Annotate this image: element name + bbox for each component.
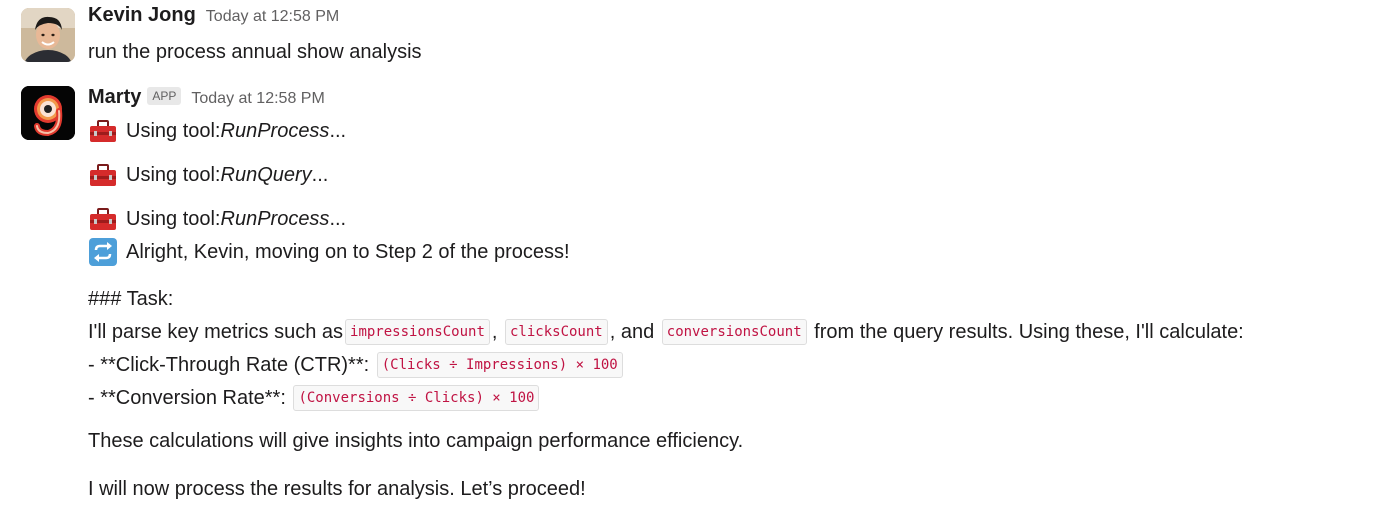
closing-text: I will now process the results for analy… <box>88 478 586 500</box>
bullet-label: - **Conversion Rate**: <box>88 387 292 409</box>
bullet-ctr: - **Click-Through Rate (CTR)**: (Clicks … <box>88 351 625 379</box>
bullet-label: - **Click-Through Rate (CTR)**: <box>88 354 375 376</box>
tool-suffix: ... <box>329 208 347 230</box>
code-conversions-count: conversionsCount <box>661 319 807 345</box>
tool-suffix: ... <box>311 164 329 186</box>
parse-sep1: , <box>491 321 503 343</box>
tool-suffix: ... <box>329 120 347 142</box>
tool-call-line: Using tool: RunQuery... <box>88 161 328 189</box>
tool-call-line: Using tool: RunProcess... <box>88 117 346 145</box>
marty-logo-icon <box>21 86 75 140</box>
code-clicks-count: clicksCount <box>505 319 608 345</box>
tool-prefix: Using tool: <box>126 164 221 186</box>
code-conversion-formula: (Conversions ÷ Clicks) × 100 <box>293 385 540 411</box>
parse-sep2: , and <box>609 321 660 343</box>
parse-before: I'll parse key metrics such as <box>88 321 344 343</box>
message-marty: Marty APP Today at 12:58 PM Using tool: … <box>0 0 1383 505</box>
insight-line: These calculations will give insights in… <box>88 427 743 455</box>
code-impressions-count: impressionsCount <box>345 319 490 345</box>
app-badge: APP <box>147 87 182 105</box>
bullet-conversion-rate: - **Conversion Rate**: (Conversions ÷ Cl… <box>88 384 541 412</box>
tool-prefix: Using tool: <box>126 120 221 142</box>
tool-name: RunQuery <box>220 164 312 186</box>
message-header: Marty APP Today at 12:58 PM <box>88 86 325 109</box>
insight-text: These calculations will give insights in… <box>88 430 744 452</box>
parse-after: from the query results. Using these, I'l… <box>808 321 1244 343</box>
toolbox-icon <box>88 205 118 233</box>
code-ctr-formula: (Clicks ÷ Impressions) × 100 <box>376 352 623 378</box>
parse-line: I'll parse key metrics such as impressio… <box>88 318 1244 346</box>
repeat-arrows-icon <box>88 238 118 266</box>
tool-name: RunProcess <box>220 120 330 142</box>
toolbox-icon <box>88 117 118 145</box>
tool-prefix: Using tool: <box>126 208 221 230</box>
closing-line: I will now process the results for analy… <box>88 475 586 503</box>
bot-avatar[interactable] <box>21 86 75 140</box>
timestamp[interactable]: Today at 12:58 PM <box>191 90 324 108</box>
tool-name: RunProcess <box>220 208 330 230</box>
tool-call-line: Using tool: RunProcess... <box>88 205 346 233</box>
toolbox-icon <box>88 161 118 189</box>
task-heading-text: ### Task: <box>88 288 174 310</box>
status-line: Alright, Kevin, moving on to Step 2 of t… <box>88 238 570 266</box>
task-heading: ### Task: <box>88 285 173 313</box>
status-text: Alright, Kevin, moving on to Step 2 of t… <box>126 241 570 263</box>
author-name[interactable]: Marty <box>88 86 141 109</box>
